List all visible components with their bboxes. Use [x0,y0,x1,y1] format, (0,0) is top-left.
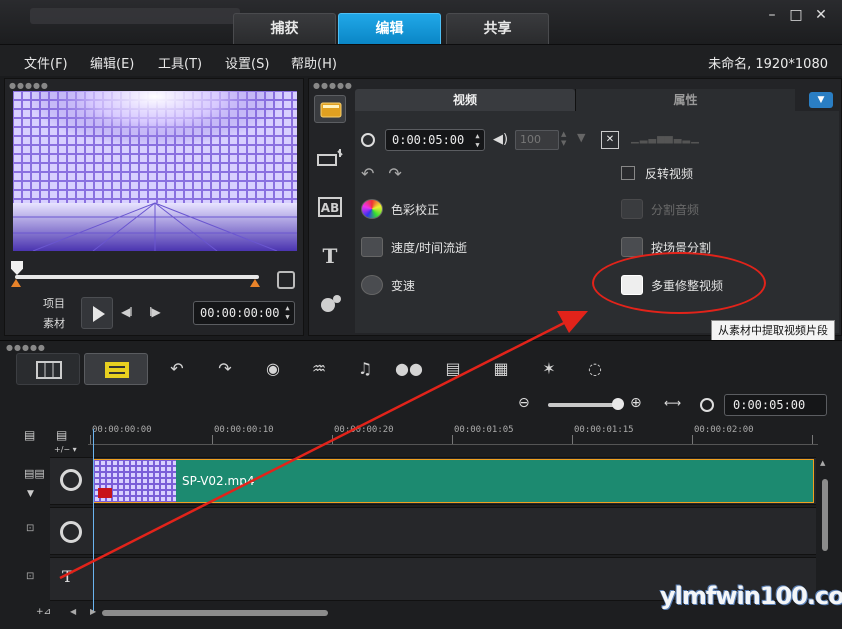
watermark: ylmfwin100.com [660,582,842,610]
annotation-arrow [59,311,588,580]
